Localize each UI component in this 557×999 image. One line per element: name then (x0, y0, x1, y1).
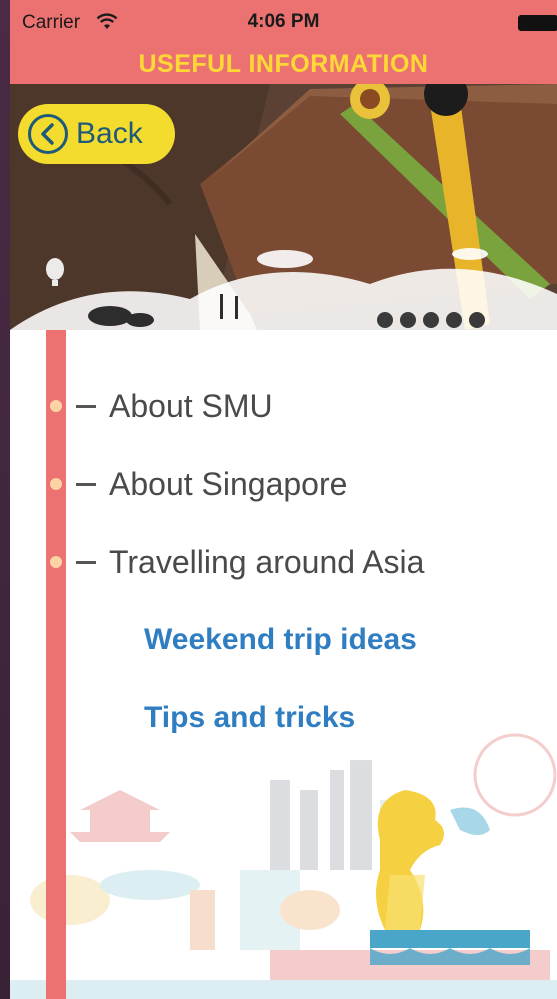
navigation-bar: USEFUL INFORMATION (10, 44, 557, 84)
menu-item-label: About Singapore (109, 466, 348, 502)
skyline-illustration (10, 733, 557, 999)
back-label: Back (76, 117, 143, 150)
status-bar: Carrier 4:06 PM (10, 0, 557, 48)
back-button[interactable]: Back (18, 104, 175, 164)
sub-item-weekend-trip-ideas[interactable]: Weekend trip ideas (144, 623, 417, 657)
timeline-dot-icon (50, 400, 62, 412)
content-area: About SMU About Singapore Travelling aro… (10, 330, 557, 999)
menu-item-label: Travelling around Asia (109, 544, 425, 580)
timeline-bar (46, 330, 66, 999)
chevron-left-icon (28, 114, 68, 154)
timeline-dash (76, 561, 96, 564)
status-time: 4:06 PM (247, 11, 320, 32)
battery-icon (518, 15, 557, 31)
menu-item-label: About SMU (109, 388, 273, 424)
sub-item-tips-and-tricks[interactable]: Tips and tricks (144, 701, 355, 735)
timeline-dash (76, 405, 96, 408)
timeline-dash (76, 483, 96, 486)
app-screen: Carrier 4:06 PM USEFUL INFORMATION Back … (10, 0, 557, 999)
timeline-dot-icon (50, 556, 62, 568)
page-title: USEFUL INFORMATION (138, 50, 429, 78)
timeline-dot-icon (50, 478, 62, 490)
device-frame: Carrier 4:06 PM USEFUL INFORMATION Back … (0, 0, 557, 999)
